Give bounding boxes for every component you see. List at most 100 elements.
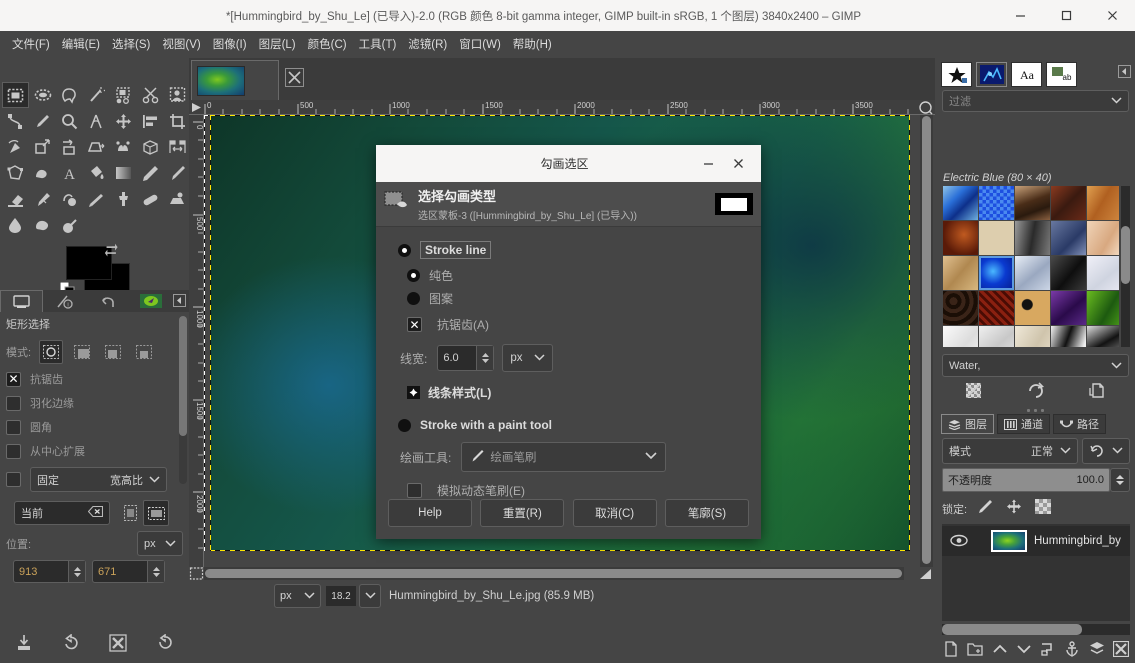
cancel-button[interactable]: 取消(C) [572, 499, 657, 527]
fonts-tab[interactable]: Aa [1011, 62, 1042, 87]
position-y-input[interactable]: 671 [92, 560, 165, 583]
dock-resize-grip[interactable] [935, 408, 1135, 413]
scale-icon[interactable] [29, 134, 56, 160]
intersect-with-selection-icon[interactable] [132, 340, 156, 364]
shear-icon[interactable] [56, 134, 83, 160]
blur-sharpen-icon[interactable] [2, 212, 29, 238]
emulate-brush-option[interactable]: 模拟动态笔刷(E) [376, 472, 761, 499]
menu-view[interactable]: 视图(V) [156, 33, 206, 55]
rotate-icon[interactable] [2, 134, 29, 160]
airbrush-icon[interactable] [29, 186, 56, 212]
layer-list-scrollbar[interactable] [942, 624, 1130, 635]
menu-image[interactable]: 图像(I) [207, 33, 253, 55]
edit-pattern-icon[interactable] [965, 382, 982, 404]
pattern-swatch[interactable] [1087, 186, 1119, 220]
pattern-swatch[interactable] [1087, 256, 1119, 290]
antialias-checkbox[interactable]: ✕ [6, 371, 21, 387]
document-history-tab[interactable]: ab [1046, 62, 1077, 87]
pattern-swatch[interactable] [1051, 326, 1086, 347]
paintbrush-icon[interactable] [164, 160, 191, 186]
perspective-icon[interactable] [83, 134, 110, 160]
new-layer-group-icon[interactable] [967, 641, 983, 662]
pattern-swatch[interactable] [943, 326, 978, 347]
heal-icon[interactable] [137, 186, 164, 212]
pattern-grid[interactable] [943, 186, 1119, 347]
pattern-swatch[interactable] [979, 186, 1014, 220]
tab-layers[interactable]: 图层 [941, 414, 994, 434]
fixed-mode-combo[interactable]: 固定 宽高比 [30, 467, 167, 492]
navigate-image-icon[interactable] [917, 100, 934, 115]
menu-tools[interactable]: 工具(T) [353, 33, 403, 55]
menu-help[interactable]: 帮助(H) [507, 33, 558, 55]
warp-transform-icon[interactable] [29, 160, 56, 186]
pattern-swatch[interactable] [1087, 326, 1119, 347]
aspect-ratio-input[interactable]: 当前 [14, 501, 110, 525]
line-width-unit-combo[interactable]: px [502, 344, 554, 372]
lock-pixels-icon[interactable] [977, 499, 993, 519]
perspective-clone-icon[interactable] [164, 186, 191, 212]
images-tab[interactable] [129, 290, 174, 312]
collapse-panel-icon[interactable] [1118, 65, 1131, 83]
free-select-icon[interactable] [56, 82, 83, 108]
line-style-expander[interactable]: 线条样式(L) [376, 372, 761, 401]
solid-color-option[interactable]: 纯色 [376, 259, 761, 284]
align-icon[interactable] [137, 108, 164, 134]
pattern-name-combo[interactable]: Water, [942, 354, 1129, 377]
help-button[interactable]: Help [388, 499, 472, 527]
portrait-orientation-icon[interactable] [117, 500, 143, 526]
stroke-button[interactable]: 笔廓(S) [664, 499, 749, 527]
position-x-input[interactable]: 913 [13, 560, 86, 583]
canvas-vertical-scrollbar[interactable] [920, 115, 933, 567]
duplicate-layer-icon[interactable] [1040, 641, 1056, 662]
vertical-ruler[interactable]: 0 500 1000 1500 2000 [189, 115, 204, 567]
antialias-option[interactable]: ✕ 抗锯齿(A) [376, 307, 761, 333]
canvas-horizontal-scrollbar[interactable] [204, 567, 904, 580]
expander-icon[interactable] [407, 386, 420, 399]
close-tab-icon[interactable] [285, 68, 304, 92]
landscape-orientation-icon[interactable] [143, 500, 169, 526]
unified-transform-icon[interactable] [110, 134, 137, 160]
menu-select[interactable]: 选择(S) [106, 33, 156, 55]
pattern-swatch[interactable] [1087, 291, 1119, 325]
image-tab[interactable] [191, 60, 279, 100]
line-width-input[interactable]: 6.0 [437, 345, 495, 371]
spin-arrows[interactable] [476, 346, 494, 370]
window-maximize-button[interactable] [1043, 0, 1089, 31]
pattern-swatch[interactable] [1051, 221, 1086, 255]
lock-alpha-icon[interactable] [1035, 499, 1052, 519]
blend-space-combo[interactable] [1082, 438, 1130, 464]
save-tool-preset-icon[interactable] [15, 634, 33, 657]
fuzzy-select-icon[interactable] [83, 82, 110, 108]
pattern-swatch[interactable] [1015, 221, 1050, 255]
menu-filters[interactable]: 滤镜(R) [402, 33, 453, 55]
color-picker-icon[interactable] [29, 108, 56, 134]
pencil-icon[interactable] [137, 160, 164, 186]
pattern-grid-scrollbar[interactable] [1121, 186, 1130, 347]
add-to-selection-icon[interactable] [70, 340, 94, 364]
dodge-burn-icon[interactable] [56, 212, 83, 238]
mypaint-brush-icon[interactable] [83, 186, 110, 212]
paths-icon[interactable] [2, 108, 29, 134]
pattern-swatch-selected[interactable] [979, 256, 1014, 290]
undo-history-tab[interactable] [86, 290, 130, 312]
pattern-swatch[interactable] [979, 326, 1014, 347]
foreground-color-swatch[interactable] [715, 193, 753, 215]
device-status-tab[interactable]: i [43, 290, 87, 312]
open-pattern-as-image-icon[interactable] [1089, 382, 1106, 404]
antialias-option[interactable]: ✕ 抗锯齿 [0, 367, 189, 391]
pattern-filter-combo[interactable]: 过滤 [942, 90, 1129, 112]
window-minimize-button[interactable] [997, 0, 1043, 31]
window-close-button[interactable] [1089, 0, 1135, 31]
layer-mode-combo[interactable]: 模式 正常 [942, 438, 1078, 464]
zoom-combo-button[interactable] [359, 584, 381, 608]
unit-combo[interactable]: px [274, 584, 321, 608]
lower-layer-icon[interactable] [1016, 641, 1032, 662]
pattern-swatch[interactable] [979, 221, 1014, 255]
solid-color-radio[interactable] [407, 269, 420, 282]
tool-options-scrollbar[interactable] [179, 316, 187, 484]
refresh-patterns-icon[interactable] [1027, 382, 1044, 404]
opacity-spinner[interactable] [1110, 468, 1130, 492]
antialias-checkbox[interactable]: ✕ [407, 317, 422, 332]
menu-file[interactable]: 文件(F) [6, 33, 56, 55]
measure-icon[interactable] [83, 108, 110, 134]
